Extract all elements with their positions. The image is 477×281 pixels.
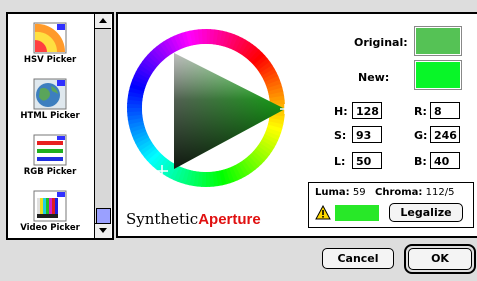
legalize-button[interactable]: Legalize (389, 203, 463, 222)
cancel-button[interactable]: Cancel (322, 248, 394, 269)
arrow-up-icon (99, 18, 107, 23)
picker-label-video: Video Picker (20, 223, 80, 233)
video-picker-icon (33, 190, 67, 222)
b-label: B: (414, 155, 427, 168)
new-label: New: (358, 71, 390, 84)
luma-value: 59 (352, 187, 366, 198)
luma-readout: Luma: 59 (315, 187, 366, 198)
arrow-down-icon (99, 228, 107, 233)
picker-item-html[interactable]: HTML Picker (8, 78, 92, 121)
h-field[interactable]: 128 (352, 102, 382, 119)
h-label: H: (334, 105, 348, 118)
picker-label-rgb: RGB Picker (23, 167, 77, 177)
scroll-down-button[interactable] (95, 223, 111, 238)
hue-wheel[interactable] (126, 28, 286, 188)
l-field[interactable]: 50 (352, 152, 382, 169)
s-field[interactable]: 93 (352, 126, 382, 143)
chroma-readout: Chroma: 112/5 (375, 187, 454, 198)
scroll-thumb[interactable] (96, 208, 111, 224)
new-color-swatch[interactable] (414, 60, 462, 90)
picker-item-video[interactable]: Video Picker (8, 190, 92, 233)
warning-icon (315, 205, 331, 220)
r-field[interactable]: 8 (430, 102, 460, 119)
rgb-picker-icon (33, 134, 67, 166)
l-label: L: (334, 155, 346, 168)
chroma-value: 112/5 (425, 187, 455, 198)
logo-suffix: Aperture (198, 211, 261, 228)
picker-label-hsv: HSV Picker (23, 55, 77, 65)
ok-button[interactable]: OK (408, 248, 472, 270)
picker-list[interactable]: HSV Picker HTML Picker RGB Picker Video … (6, 12, 114, 240)
chroma-label: Chroma: (375, 187, 423, 198)
legal-color-swatch (335, 205, 379, 221)
s-label: S: (334, 129, 347, 142)
color-picker-panel: SyntheticAperture Original: New: H: 128 … (116, 12, 477, 238)
html-picker-icon (33, 78, 67, 110)
original-color-swatch[interactable] (414, 26, 462, 56)
b-field[interactable]: 40 (430, 152, 460, 169)
r-label: R: (414, 105, 427, 118)
logo-prefix: Synthetic (126, 210, 199, 228)
original-label: Original: (354, 36, 408, 49)
luma-label: Luma: (315, 187, 350, 198)
luma-chroma-box: Luma: 59 Chroma: 112/5 Legalize (308, 182, 474, 228)
picker-item-hsv[interactable]: HSV Picker (8, 22, 92, 65)
scroll-up-button[interactable] (95, 14, 111, 29)
picker-label-html: HTML Picker (20, 111, 80, 121)
picker-item-rgb[interactable]: RGB Picker (8, 134, 92, 177)
g-label: G: (414, 129, 428, 142)
hsv-picker-icon (33, 22, 67, 54)
synthetic-aperture-logo: SyntheticAperture (126, 210, 261, 228)
picker-scrollbar[interactable] (94, 14, 111, 238)
g-field[interactable]: 246 (430, 126, 460, 143)
